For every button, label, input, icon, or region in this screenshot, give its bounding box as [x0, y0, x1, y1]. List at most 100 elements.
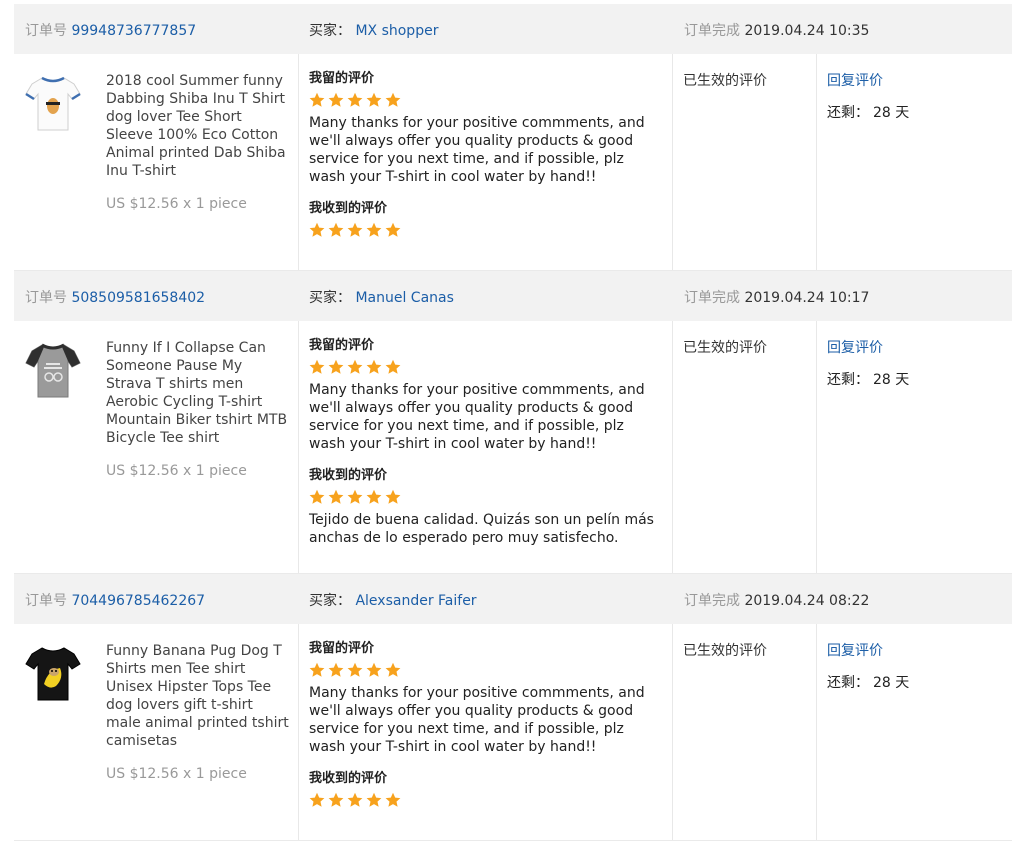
order-number-link[interactable]: 99948736777857 — [71, 23, 196, 39]
star-icon — [309, 222, 325, 237]
star-icon — [385, 222, 401, 237]
my-rating-stars — [309, 662, 662, 678]
my-review-label: 我留的评价 — [309, 338, 375, 353]
remaining-days: 28 天 — [873, 105, 910, 121]
order-number-label: 订单号 — [25, 593, 67, 609]
product-price: US $12.56 x 1 piece — [106, 766, 247, 782]
star-icon — [347, 662, 363, 677]
star-icon — [385, 92, 401, 107]
product-thumbnail[interactable] — [24, 72, 82, 136]
product-title[interactable]: 2018 cool Summer funny Dabbing Shiba Inu… — [106, 72, 290, 180]
star-icon — [347, 359, 363, 374]
order-number-link[interactable]: 508509581658402 — [71, 290, 205, 306]
my-review-text: Many thanks for your positive commments,… — [309, 382, 645, 452]
star-icon — [309, 489, 325, 504]
buyer-name-link[interactable]: Alexsander Faifer — [355, 593, 476, 609]
my-rating-stars — [309, 92, 662, 108]
star-icon — [328, 359, 344, 374]
product-cell: Funny Banana Pug Dog T Shirts men Tee sh… — [14, 624, 299, 840]
my-review-label: 我留的评价 — [309, 641, 375, 656]
product-thumbnail[interactable] — [24, 339, 82, 403]
order-body: Funny Banana Pug Dog T Shirts men Tee sh… — [14, 624, 1012, 841]
action-cell: 回复评价 还剩： 28 天 — [817, 624, 1012, 840]
star-icon — [366, 92, 382, 107]
my-rating-stars — [309, 359, 662, 375]
completed-label: 订单完成 — [684, 593, 740, 609]
received-rating-stars — [309, 792, 662, 808]
star-icon — [309, 662, 325, 677]
order-card: 订单号 508509581658402 买家： Manuel Canas 订单完… — [14, 271, 1012, 574]
completed-label: 订单完成 — [684, 290, 740, 306]
action-cell: 回复评价 还剩： 28 天 — [817, 54, 1012, 270]
star-icon — [309, 792, 325, 807]
star-icon — [328, 662, 344, 677]
reply-review-link[interactable]: 回复评价 — [827, 70, 1002, 90]
review-cell: 我留的评价 Many thanks for your positive comm… — [299, 624, 673, 840]
remaining-label: 还剩： — [827, 372, 869, 388]
order-header: 订单号 508509581658402 买家： Manuel Canas 订单完… — [14, 271, 1012, 321]
product-thumbnail[interactable] — [24, 642, 82, 706]
received-rating-stars — [309, 222, 662, 238]
remaining-label: 还剩： — [827, 105, 869, 121]
my-review-text: Many thanks for your positive commments,… — [309, 685, 645, 755]
order-list: 订单号 99948736777857 买家： MX shopper 订单完成 2… — [14, 4, 1012, 841]
received-review-label: 我收到的评价 — [309, 201, 388, 216]
product-cell: 2018 cool Summer funny Dabbing Shiba Inu… — [14, 54, 299, 270]
star-icon — [347, 92, 363, 107]
star-icon — [309, 359, 325, 374]
status-cell: 已生效的评价 — [673, 321, 817, 573]
order-header: 订单号 704496785462267 买家： Alexsander Faife… — [14, 574, 1012, 624]
received-rating-stars — [309, 489, 662, 505]
star-icon — [347, 222, 363, 237]
star-icon — [366, 792, 382, 807]
star-icon — [385, 662, 401, 677]
order-number-label: 订单号 — [25, 290, 67, 306]
buyer-label: 买家： — [309, 290, 351, 306]
star-icon — [328, 489, 344, 504]
reply-review-link[interactable]: 回复评价 — [827, 640, 1002, 660]
completed-label: 订单完成 — [684, 23, 740, 39]
status-cell: 已生效的评价 — [673, 54, 817, 270]
star-icon — [347, 489, 363, 504]
received-review-label: 我收到的评价 — [309, 771, 388, 786]
remaining-days: 28 天 — [873, 675, 910, 691]
review-status: 已生效的评价 — [683, 73, 767, 89]
review-status: 已生效的评价 — [683, 340, 767, 356]
star-icon — [347, 792, 363, 807]
star-icon — [366, 222, 382, 237]
product-price: US $12.56 x 1 piece — [106, 196, 247, 212]
buyer-name-link[interactable]: MX shopper — [355, 23, 438, 39]
remaining-time: 还剩： 28 天 — [827, 672, 1002, 692]
star-icon — [309, 92, 325, 107]
star-icon — [385, 359, 401, 374]
remaining-time: 还剩： 28 天 — [827, 369, 1002, 389]
action-cell: 回复评价 还剩： 28 天 — [817, 321, 1012, 573]
completed-time: 2019.04.24 10:17 — [744, 290, 870, 306]
order-body: 2018 cool Summer funny Dabbing Shiba Inu… — [14, 54, 1012, 271]
completed-time: 2019.04.24 08:22 — [744, 593, 870, 609]
review-status: 已生效的评价 — [683, 643, 767, 659]
order-card: 订单号 99948736777857 买家： MX shopper 订单完成 2… — [14, 4, 1012, 271]
product-title[interactable]: Funny Banana Pug Dog T Shirts men Tee sh… — [106, 642, 290, 750]
buyer-label: 买家： — [309, 593, 351, 609]
status-cell: 已生效的评价 — [673, 624, 817, 840]
star-icon — [366, 489, 382, 504]
star-icon — [328, 92, 344, 107]
star-icon — [385, 792, 401, 807]
review-cell: 我留的评价 Many thanks for your positive comm… — [299, 321, 673, 573]
remaining-days: 28 天 — [873, 372, 910, 388]
order-number-link[interactable]: 704496785462267 — [71, 593, 205, 609]
remaining-label: 还剩： — [827, 675, 869, 691]
buyer-name-link[interactable]: Manuel Canas — [355, 290, 453, 306]
reply-review-link[interactable]: 回复评价 — [827, 337, 1002, 357]
product-price: US $12.56 x 1 piece — [106, 463, 247, 479]
order-number-label: 订单号 — [25, 23, 67, 39]
star-icon — [328, 792, 344, 807]
product-cell: Funny If I Collapse Can Someone Pause My… — [14, 321, 299, 573]
received-review-text: Tejido de buena calidad. Quizás son un p… — [309, 512, 654, 546]
star-icon — [366, 359, 382, 374]
received-review-label: 我收到的评价 — [309, 468, 388, 483]
star-icon — [366, 662, 382, 677]
completed-time: 2019.04.24 10:35 — [744, 23, 870, 39]
product-title[interactable]: Funny If I Collapse Can Someone Pause My… — [106, 339, 290, 447]
